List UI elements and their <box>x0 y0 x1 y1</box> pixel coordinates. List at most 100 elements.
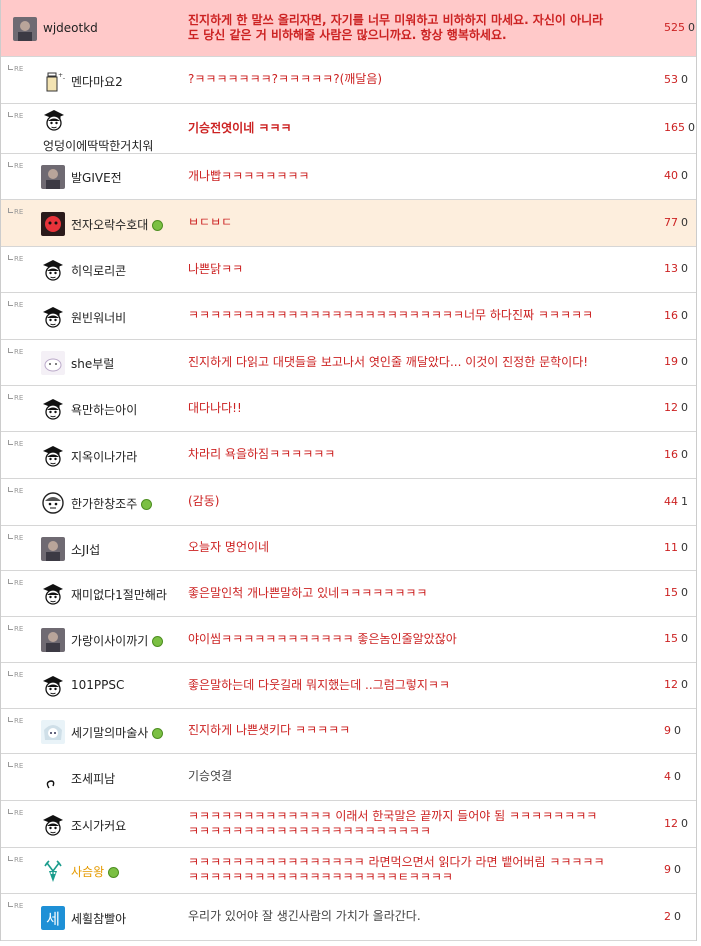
nickname[interactable]: 조세피남 <box>71 770 115 787</box>
like-count[interactable]: 12 <box>664 401 678 414</box>
like-count[interactable]: 16 <box>664 309 678 322</box>
nickname[interactable]: 사슴왕 <box>71 863 120 880</box>
photo-avatar[interactable] <box>41 165 65 189</box>
like-count[interactable]: 12 <box>664 678 678 691</box>
nickname[interactable]: 원빈워너비 <box>71 309 126 326</box>
face-outline-icon[interactable] <box>41 491 65 515</box>
nickname[interactable]: 발GIVE전 <box>71 169 122 186</box>
nickname[interactable]: 소JI섭 <box>71 541 100 558</box>
vote-counts: 525 0 <box>664 21 695 34</box>
like-count[interactable]: 13 <box>664 262 678 275</box>
grad-cap-icon[interactable] <box>41 582 65 606</box>
nickname[interactable]: she부럴 <box>71 355 114 372</box>
nickname-text: she부럴 <box>71 357 115 371</box>
grad-cap-icon[interactable] <box>41 305 65 329</box>
comment-text: (감동) <box>188 494 220 508</box>
nickname[interactable]: 조시가커요 <box>71 817 126 834</box>
nickname-text: 사슴왕 <box>71 865 105 879</box>
reply-marker-icon: RE <box>8 534 23 542</box>
reply-tag-label: RE <box>14 856 24 864</box>
comment-row: wjdeotkd 진지하게 한 말쓰 올리자면, 자기를 너무 미워하고 비하하지… <box>1 0 696 57</box>
like-count[interactable]: 40 <box>664 169 678 182</box>
like-count[interactable]: 53 <box>664 73 678 86</box>
like-count[interactable]: 15 <box>664 632 678 645</box>
dislike-count[interactable]: 0 <box>681 169 688 182</box>
nickname[interactable]: 한가한창조주 <box>71 495 153 512</box>
comment-text: 차라리 욕을하짐ㅋㅋㅋㅋㅋㅋ <box>188 447 336 461</box>
like-count[interactable]: 9 <box>664 724 671 737</box>
grad-cap-icon[interactable] <box>41 258 65 282</box>
online-status-icon <box>152 220 164 231</box>
dislike-count[interactable]: 0 <box>681 632 688 645</box>
grad-cap-icon[interactable] <box>41 444 65 468</box>
dislike-count[interactable]: 0 <box>681 401 688 414</box>
photo-avatar[interactable] <box>13 17 37 41</box>
nickname-text: 히익로리콘 <box>71 264 127 278</box>
dislike-count[interactable]: 0 <box>681 541 688 554</box>
dislike-count[interactable]: 0 <box>674 863 681 876</box>
nickname[interactable]: 엉덩이에딱딱한거치워 <box>43 137 153 154</box>
nickname[interactable]: 101PPSC <box>71 678 124 692</box>
nickname-text: 멘다마요2 <box>71 75 123 89</box>
photo-avatar[interactable] <box>41 537 65 561</box>
dislike-count[interactable]: 0 <box>688 21 695 34</box>
dislike-count[interactable]: 0 <box>681 73 688 86</box>
nickname[interactable]: 재미없다1절만해라 <box>71 586 167 603</box>
comment-row: RE 히익로리콘 나쁜닭ㅋㅋ 13 0 <box>1 247 696 293</box>
nickname[interactable]: 세기말의마술사 <box>71 724 164 741</box>
reply-marker-icon: RE <box>8 671 23 679</box>
anime-avatar[interactable] <box>41 720 65 744</box>
nickname[interactable]: 세휠참빨아 <box>71 910 126 927</box>
dislike-count[interactable]: 0 <box>674 910 681 923</box>
blue-sae-icon[interactable]: 세 <box>41 906 65 930</box>
grad-cap-icon[interactable] <box>41 397 65 421</box>
reply-marker-icon: RE <box>8 112 23 120</box>
like-count[interactable]: 15 <box>664 586 678 599</box>
nickname[interactable]: 욕만하는아이 <box>71 401 137 418</box>
dislike-count[interactable]: 0 <box>681 262 688 275</box>
like-count[interactable]: 9 <box>664 863 671 876</box>
grad-cap-icon[interactable] <box>42 108 66 132</box>
red-face-avatar[interactable] <box>41 212 65 236</box>
dislike-count[interactable]: 0 <box>681 216 688 229</box>
like-count[interactable]: 165 <box>664 121 685 134</box>
grad-cap-icon[interactable] <box>41 813 65 837</box>
dislike-count[interactable]: 0 <box>674 724 681 737</box>
like-count[interactable]: 12 <box>664 817 678 830</box>
nickname[interactable]: 가랑이사이까기 <box>71 632 164 649</box>
like-count[interactable]: 77 <box>664 216 678 229</box>
comment-text: 개나빱ㅋㅋㅋㅋㅋㅋㅋㅋ <box>188 169 310 183</box>
like-count[interactable]: 16 <box>664 448 678 461</box>
dislike-count[interactable]: 0 <box>688 121 695 134</box>
dislike-count[interactable]: 0 <box>681 448 688 461</box>
like-count[interactable]: 525 <box>664 21 685 34</box>
nickname[interactable]: 멘다마요2 <box>71 73 123 90</box>
nickname[interactable]: 전자오락수호대 <box>71 216 164 233</box>
comment-row: RE 발GIVE전 개나빱ㅋㅋㅋㅋㅋㅋㅋㅋ 40 0 <box>1 154 696 200</box>
nickname[interactable]: 지옥이나가라 <box>71 448 137 465</box>
vote-counts: 15 0 <box>664 586 688 599</box>
reply-marker-icon: RE <box>8 856 23 864</box>
cat-avatar[interactable] <box>41 351 65 375</box>
vote-counts: 20 <box>664 910 681 923</box>
deer-icon[interactable] <box>41 859 65 883</box>
nickname[interactable]: 히익로리콘 <box>71 262 126 279</box>
bottle-icon[interactable]: +_+ <box>41 69 65 93</box>
like-count[interactable]: 11 <box>664 541 678 554</box>
nickname-text: 세휠참빨아 <box>71 912 127 926</box>
dislike-count[interactable]: 0 <box>681 586 688 599</box>
dislike-count[interactable]: 0 <box>681 355 688 368</box>
grad-cap-icon[interactable] <box>41 674 65 698</box>
photo-avatar[interactable] <box>41 628 65 652</box>
dislike-count[interactable]: 0 <box>681 309 688 322</box>
dislike-count[interactable]: 1 <box>681 495 688 508</box>
like-count[interactable]: 2 <box>664 910 671 923</box>
dislike-count[interactable]: 0 <box>681 678 688 691</box>
like-count[interactable]: 19 <box>664 355 678 368</box>
dislike-count[interactable]: 0 <box>681 817 688 830</box>
dislike-count[interactable]: 0 <box>674 770 681 783</box>
nickname[interactable]: wjdeotkd <box>43 21 98 35</box>
swirl-icon[interactable] <box>41 766 65 790</box>
like-count[interactable]: 4 <box>664 770 671 783</box>
like-count[interactable]: 44 <box>664 495 678 508</box>
